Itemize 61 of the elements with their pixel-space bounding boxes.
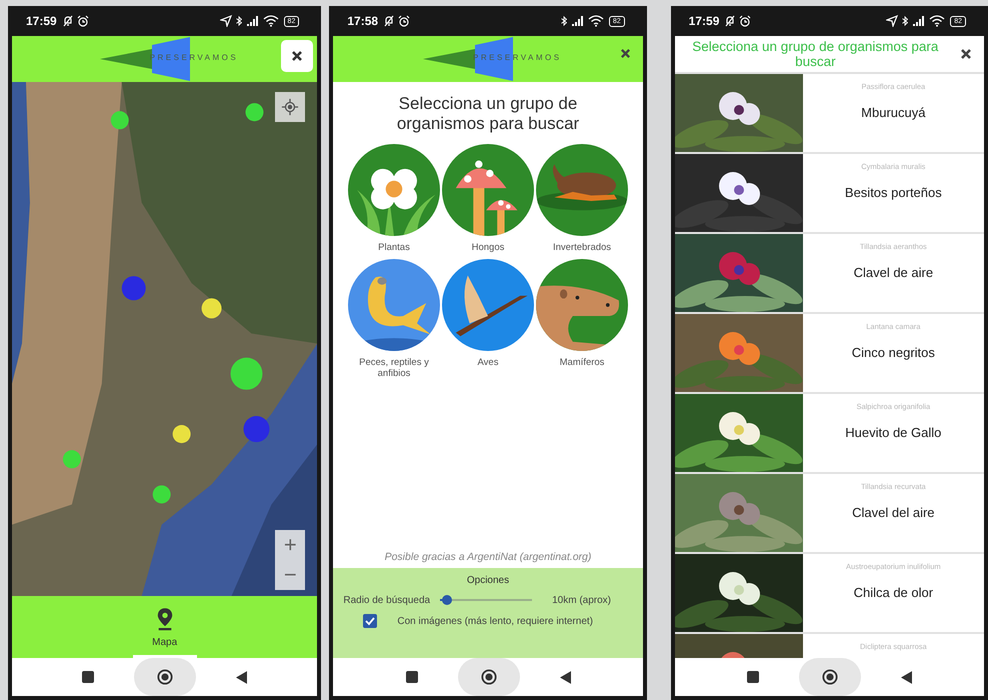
radius-label: Radio de búsqueda [343,594,430,606]
common-name: Besitos porteños [844,185,942,200]
signal-icon [912,15,926,27]
radius-slider[interactable] [440,594,532,606]
common-name: Clavel del aire [852,505,935,520]
home-button[interactable] [458,658,520,696]
bluetooth-icon [234,15,243,27]
close-icon [960,48,972,60]
home-icon [157,669,174,685]
crosshair-icon [281,98,300,116]
radius-value: 10km (aprox) [552,594,611,606]
recents-icon[interactable] [82,671,94,683]
home-button[interactable] [798,658,861,696]
credit-text: Posible gracias a ArgentiNat (argentinat.org) [384,551,592,563]
home-button[interactable] [134,658,196,696]
common-name: Chilca de olor [854,585,934,600]
signal-icon [246,15,260,27]
back-icon[interactable] [900,670,912,684]
alarm-icon [76,15,89,27]
mute-bell-icon [62,15,74,27]
group-button[interactable]: Mamíferos [535,259,629,379]
alarm-icon [739,15,752,27]
common-name: Cinco negritos [852,345,935,360]
mute-bell-icon [724,15,736,27]
group-button[interactable]: Plantas [347,144,441,253]
recents-icon[interactable] [406,671,418,683]
common-name: Mburucuyá [861,105,926,120]
back-icon[interactable] [236,670,248,684]
bluetooth-icon [901,15,910,27]
bluetooth-icon [560,15,568,27]
wifi-icon [262,15,279,27]
page-title: Selecciona un grupo de organismos para buscar [396,94,580,134]
group-button[interactable]: Invertebrados [535,144,629,253]
signal-icon [570,15,585,27]
group-button[interactable]: Hongos [441,144,535,253]
group-button[interactable]: Aves [441,259,535,379]
mute-bell-icon [383,15,396,27]
alarm-icon [398,15,410,27]
page-title: Selecciona un grupo de organismos para buscar [691,39,940,69]
wifi-icon [588,15,604,27]
close-icon [620,48,631,59]
wifi-icon [929,15,946,27]
status-time: 17:58 [347,14,378,28]
back-icon[interactable] [560,670,570,684]
status-time: 17:59 [688,14,720,28]
map-pin-icon [156,607,174,631]
group-button[interactable]: Peces, reptiles y anfibios [347,259,441,379]
status-time: 17:59 [26,14,57,28]
close-icon [291,50,304,62]
options-title: Opciones [466,575,510,586]
images-checkbox[interactable] [363,614,378,628]
recents-icon[interactable] [746,671,759,683]
home-icon [480,669,496,685]
close-button[interactable] [281,40,314,72]
common-name: Huevito de Gallo [845,425,942,440]
zoom-in-button[interactable]: + [275,530,306,560]
locate-button[interactable] [275,92,306,122]
zoom-out-button[interactable]: − [275,560,306,590]
home-icon [822,669,838,685]
common-name: Clavel de aire [854,265,934,280]
images-label: Con imágenes (más lento, requiere internet) [397,616,593,626]
